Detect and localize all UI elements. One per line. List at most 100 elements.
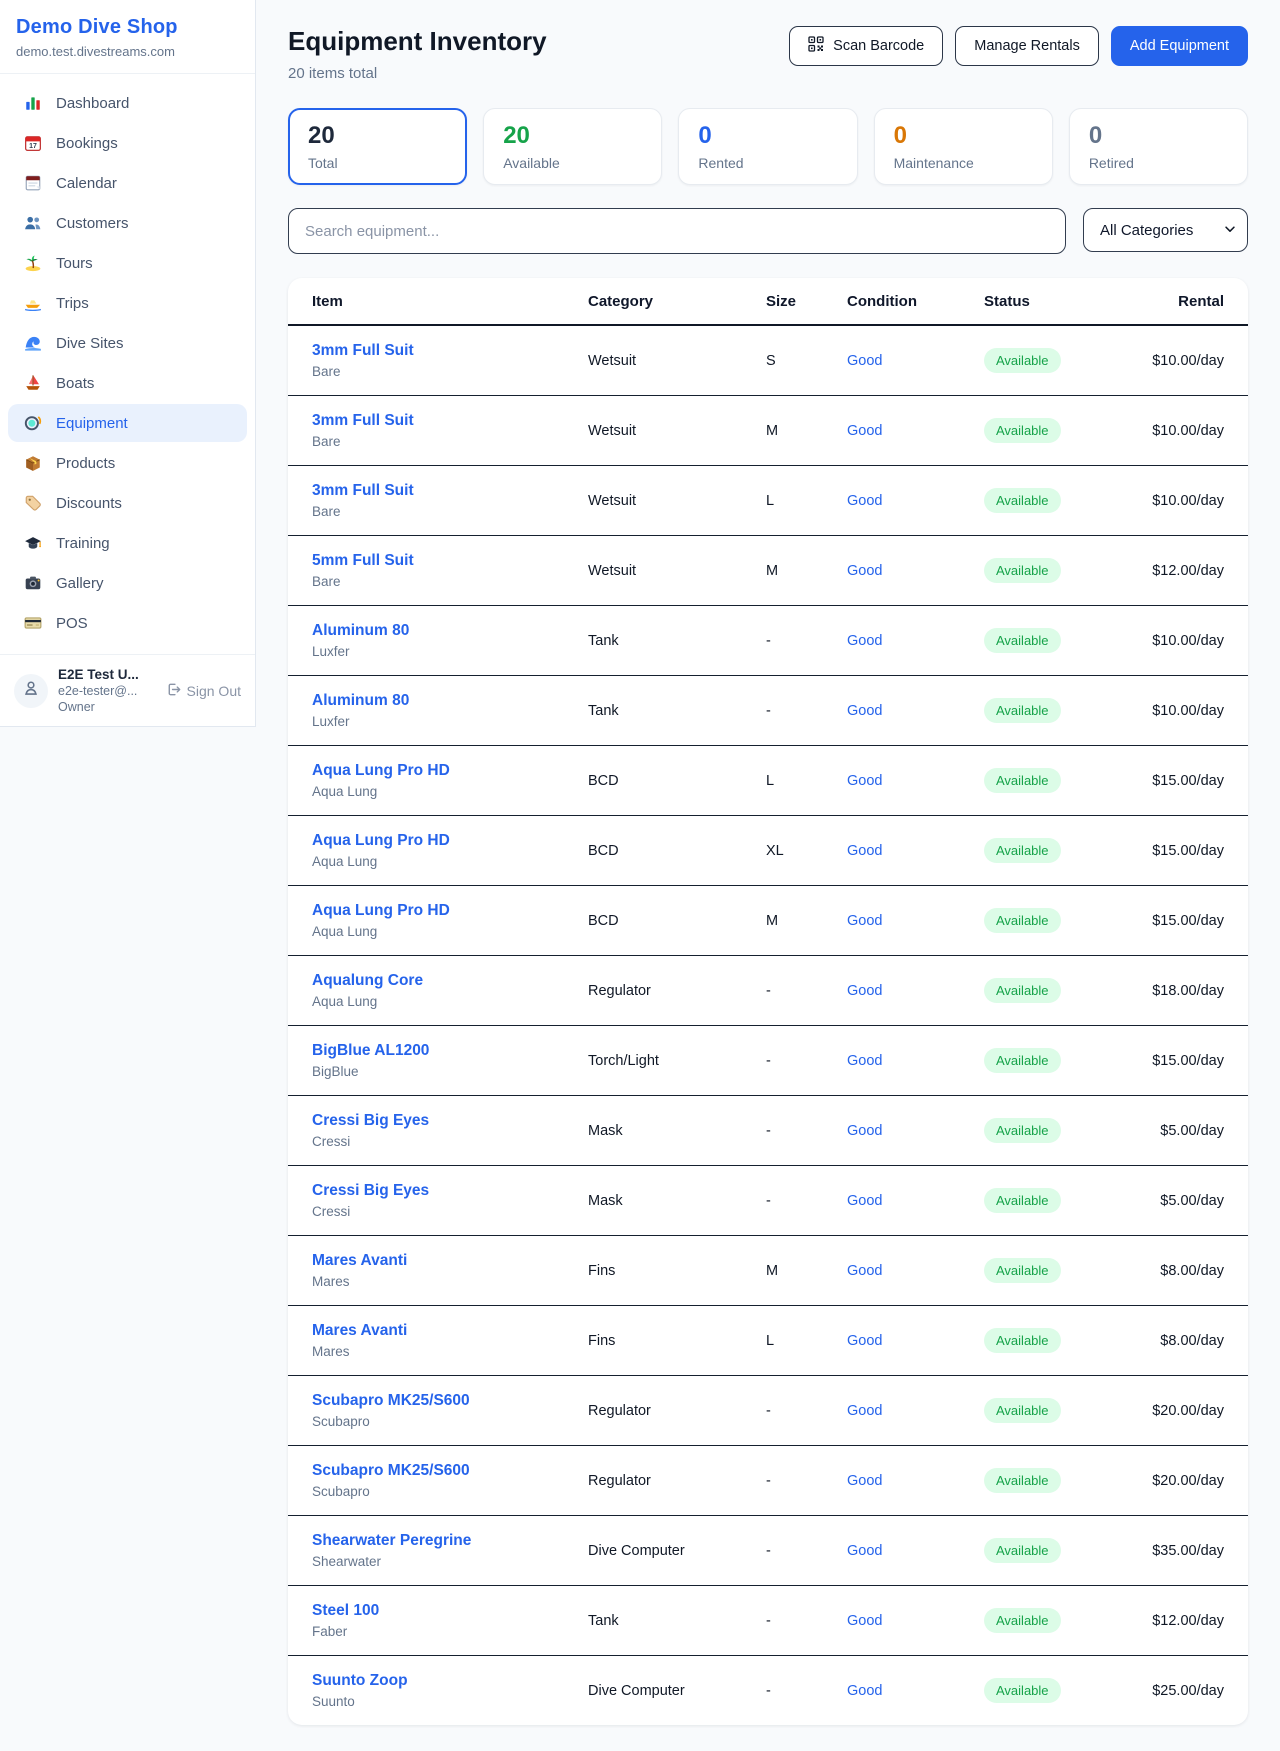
sidebar-item-boats[interactable]: Boats [8, 364, 247, 402]
sidebar: Demo Dive Shop demo.test.divestreams.com… [0, 0, 256, 727]
sidebar-item-customers[interactable]: Customers [8, 204, 247, 242]
stat-card-total[interactable]: 20 Total [288, 108, 467, 185]
sidebar-item-trips[interactable]: Trips [8, 284, 247, 322]
condition-link[interactable]: Good [847, 773, 882, 789]
table-row: 3mm Full Suit Bare Wetsuit S Good Availa… [288, 326, 1248, 396]
sidebar-item-label: Boats [56, 375, 94, 392]
item-name-link[interactable]: Cressi Big Eyes [312, 1182, 429, 1199]
item-size: M [766, 563, 847, 579]
condition-link[interactable]: Good [847, 633, 882, 649]
condition-link[interactable]: Good [847, 983, 882, 999]
item-name-link[interactable]: Shearwater Peregrine [312, 1532, 471, 1549]
condition-link[interactable]: Good [847, 1473, 882, 1489]
category-select[interactable]: All Categories [1083, 208, 1248, 252]
condition-link[interactable]: Good [847, 1543, 882, 1559]
sidebar-item-products[interactable]: Products [8, 444, 247, 482]
item-size: L [766, 1333, 847, 1349]
calendar-icon [24, 174, 42, 192]
sidebar-item-pos[interactable]: POS [8, 604, 247, 642]
rental-rate: $5.00/day [1134, 1123, 1224, 1139]
item-category: Wetsuit [588, 353, 766, 369]
item-category: Fins [588, 1333, 766, 1349]
equipment-table: Item Category Size Condition Status Rent… [288, 278, 1248, 1725]
category-filter: All Categories [1083, 208, 1248, 254]
sidebar-item-calendar[interactable]: Calendar [8, 164, 247, 202]
add-equipment-button[interactable]: Add Equipment [1111, 26, 1248, 66]
item-name-link[interactable]: Steel 100 [312, 1602, 379, 1619]
sign-out-button[interactable]: Sign Out [166, 682, 241, 700]
stat-value: 0 [698, 122, 837, 150]
sidebar-item-dashboard[interactable]: Dashboard [8, 84, 247, 122]
item-name-link[interactable]: Suunto Zoop [312, 1672, 408, 1689]
sidebar-item-bookings[interactable]: 17 Bookings [8, 124, 247, 162]
item-name-link[interactable]: Aqua Lung Pro HD [312, 762, 450, 779]
stat-card-retired[interactable]: 0 Retired [1069, 108, 1248, 185]
search-input[interactable] [288, 208, 1066, 254]
add-equipment-label: Add Equipment [1130, 38, 1229, 54]
item-name-link[interactable]: Scubapro MK25/S600 [312, 1392, 470, 1409]
sidebar-item-dive-sites[interactable]: Dive Sites [8, 324, 247, 362]
scan-barcode-button[interactable]: Scan Barcode [789, 26, 943, 66]
item-name-link[interactable]: Aluminum 80 [312, 622, 409, 639]
sidebar-item-label: Gallery [56, 575, 104, 592]
item-category: Regulator [588, 1403, 766, 1419]
item-size: - [766, 1683, 847, 1699]
item-category: Dive Computer [588, 1683, 766, 1699]
item-name-link[interactable]: Aluminum 80 [312, 692, 409, 709]
item-name-link[interactable]: Mares Avanti [312, 1322, 407, 1339]
item-name-link[interactable]: Aqua Lung Pro HD [312, 902, 450, 919]
condition-link[interactable]: Good [847, 913, 882, 929]
manage-rentals-button[interactable]: Manage Rentals [955, 26, 1099, 66]
table-row: Aqua Lung Pro HD Aqua Lung BCD M Good Av… [288, 886, 1248, 956]
status-badge: Available [984, 1398, 1061, 1423]
item-name-link[interactable]: BigBlue AL1200 [312, 1042, 429, 1059]
item-size: - [766, 703, 847, 719]
item-name-link[interactable]: Mares Avanti [312, 1252, 407, 1269]
item-name-link[interactable]: 3mm Full Suit [312, 412, 414, 429]
condition-link[interactable]: Good [847, 703, 882, 719]
condition-link[interactable]: Good [847, 1053, 882, 1069]
qr-code-icon [808, 36, 824, 56]
table-row: Cressi Big Eyes Cressi Mask - Good Avail… [288, 1166, 1248, 1236]
stat-card-maintenance[interactable]: 0 Maintenance [874, 108, 1053, 185]
table-row: Cressi Big Eyes Cressi Mask - Good Avail… [288, 1096, 1248, 1166]
condition-link[interactable]: Good [847, 423, 882, 439]
item-size: XL [766, 843, 847, 859]
condition-link[interactable]: Good [847, 843, 882, 859]
condition-link[interactable]: Good [847, 563, 882, 579]
main-content: Equipment Inventory 20 items total Scan … [256, 0, 1280, 1751]
sidebar-item-label: POS [56, 615, 88, 632]
item-brand: Shearwater [312, 1554, 588, 1569]
condition-link[interactable]: Good [847, 353, 882, 369]
stat-card-available[interactable]: 20 Available [483, 108, 662, 185]
item-name-link[interactable]: Aqua Lung Pro HD [312, 832, 450, 849]
item-name-link[interactable]: 5mm Full Suit [312, 552, 414, 569]
condition-link[interactable]: Good [847, 1123, 882, 1139]
item-name-link[interactable]: Aqualung Core [312, 972, 423, 989]
rental-rate: $12.00/day [1134, 1613, 1224, 1629]
condition-link[interactable]: Good [847, 1403, 882, 1419]
tours-icon [24, 254, 42, 272]
sidebar-item-tours[interactable]: Tours [8, 244, 247, 282]
rental-rate: $20.00/day [1134, 1473, 1224, 1489]
condition-link[interactable]: Good [847, 1193, 882, 1209]
condition-link[interactable]: Good [847, 1333, 882, 1349]
item-name-link[interactable]: Cressi Big Eyes [312, 1112, 429, 1129]
item-name-link[interactable]: 3mm Full Suit [312, 342, 414, 359]
stat-card-rented[interactable]: 0 Rented [678, 108, 857, 185]
status-badge: Available [984, 1678, 1061, 1703]
condition-link[interactable]: Good [847, 1263, 882, 1279]
item-size: S [766, 353, 847, 369]
sidebar-item-equipment[interactable]: Equipment [8, 404, 247, 442]
rental-rate: $18.00/day [1134, 983, 1224, 999]
item-name-link[interactable]: 3mm Full Suit [312, 482, 414, 499]
condition-link[interactable]: Good [847, 1613, 882, 1629]
condition-link[interactable]: Good [847, 1683, 882, 1699]
condition-link[interactable]: Good [847, 493, 882, 509]
item-name-link[interactable]: Scubapro MK25/S600 [312, 1462, 470, 1479]
sidebar-item-discounts[interactable]: Discounts [8, 484, 247, 522]
sidebar-item-training[interactable]: Training [8, 524, 247, 562]
table-header-row: Item Category Size Condition Status Rent… [288, 278, 1248, 326]
sidebar-item-gallery[interactable]: Gallery [8, 564, 247, 602]
status-badge: Available [984, 1328, 1061, 1353]
